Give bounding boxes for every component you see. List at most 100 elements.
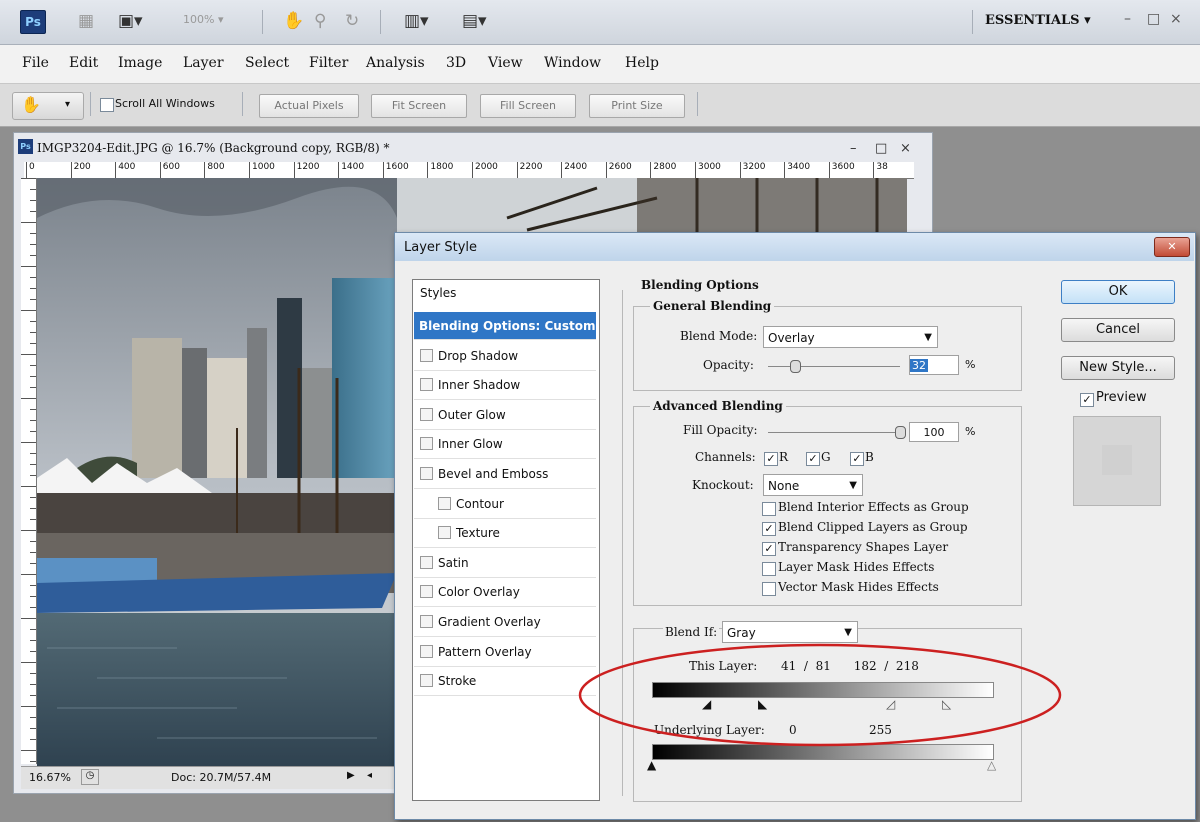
fill-opacity-slider-thumb[interactable] [895,426,906,439]
style-item-label: Inner Glow [438,437,503,451]
ruler-tick [427,162,429,178]
style-checkbox[interactable] [420,437,433,450]
opacity-input[interactable]: 32 [909,355,959,375]
menu-help[interactable]: Help [625,55,659,71]
doc-maximize-icon[interactable]: □ [875,141,887,156]
opacity-slider-track[interactable] [768,366,900,367]
advanced-option-checkbox[interactable] [762,582,776,596]
style-item-outer-glow[interactable]: Outer Glow [414,401,596,430]
channel-r-checkbox[interactable]: ✓ [764,452,778,466]
cancel-button[interactable]: Cancel [1061,318,1175,342]
channel-g-checkbox[interactable]: ✓ [806,452,820,466]
workspace-switcher[interactable]: ESSENTIALS ▾ [985,13,1091,28]
doc-close-icon[interactable]: × [900,141,911,156]
menu-analysis[interactable]: Analysis [366,55,425,71]
underlying-black-slider[interactable]: ▲ [647,758,656,772]
view-extras-icon[interactable]: ▣▾ [118,9,143,33]
minimize-icon[interactable]: – [1124,11,1131,27]
scroll-left-icon[interactable]: ◂ [367,770,372,781]
fit-screen-button[interactable]: Fit Screen [371,94,467,118]
advanced-option-checkbox[interactable] [762,502,776,516]
preview-checkbox[interactable]: ✓ [1080,393,1094,407]
styles-header[interactable]: Styles [420,286,456,300]
menu-filter[interactable]: Filter [309,55,348,71]
style-item-contour[interactable]: Contour [414,490,596,519]
style-item-pattern-overlay[interactable]: Pattern Overlay [414,638,596,667]
blend-mode-select[interactable]: Overlay ▼ [763,326,938,348]
dialog-title: Layer Style [404,240,478,255]
channels-label: Channels: [695,450,756,464]
menu-view[interactable]: View [488,55,523,71]
document-size: Doc: 20.7M/57.4M [171,771,272,784]
style-item-bevel-and-emboss[interactable]: Bevel and Emboss [414,460,596,489]
arrange-documents-icon[interactable]: ▥▾ [404,9,429,33]
hand-tool-icon[interactable]: ✋ [283,9,304,33]
actual-pixels-button[interactable]: Actual Pixels [259,94,359,118]
style-checkbox[interactable] [420,378,433,391]
channel-r-label: R [779,450,789,464]
scroll-all-windows-checkbox[interactable] [100,98,114,112]
canvas-image[interactable] [37,178,397,766]
menu-file[interactable]: File [22,55,49,71]
zoom-tool-icon[interactable]: ⚲ [314,9,326,33]
print-size-button[interactable]: Print Size [589,94,685,118]
style-item-color-overlay[interactable]: Color Overlay [414,578,596,607]
style-item-satin[interactable]: Satin [414,549,596,578]
style-checkbox[interactable] [420,467,433,480]
style-item-blending-options-custom[interactable]: Blending Options: Custom [414,312,596,340]
advanced-option-checkbox[interactable]: ✓ [762,522,776,536]
style-checkbox[interactable] [420,674,433,687]
menu-edit[interactable]: Edit [69,55,98,71]
advanced-option-checkbox[interactable] [762,562,776,576]
bridge-icon[interactable]: ▦ [78,9,94,33]
zoom-level-select[interactable]: 100% ▾ [183,13,247,29]
advanced-option-label: Vector Mask Hides Effects [778,580,939,594]
ok-button[interactable]: OK [1061,280,1175,304]
advanced-option-checkbox[interactable]: ✓ [762,542,776,556]
style-checkbox[interactable] [438,497,451,510]
style-checkbox[interactable] [420,645,433,658]
status-arrow-icon[interactable]: ▶ [347,770,355,781]
ruler-tick [605,162,607,178]
opacity-slider-thumb[interactable] [790,360,801,373]
knockout-select[interactable]: None ▼ [763,474,863,496]
dialog-close-button[interactable]: ✕ [1154,237,1190,257]
advanced-blending-title: Advanced Blending [650,399,786,413]
style-checkbox[interactable] [438,526,451,539]
style-item-inner-shadow[interactable]: Inner Shadow [414,371,596,400]
style-item-inner-glow[interactable]: Inner Glow [414,430,596,459]
status-menu-icon[interactable]: ◷ [81,769,99,785]
fill-opacity-input[interactable]: 100 [909,422,959,442]
style-item-stroke[interactable]: Stroke [414,667,596,696]
screen-mode-icon[interactable]: ▤▾ [462,9,487,33]
menu-3d[interactable]: 3D [446,55,466,71]
fill-opacity-slider-track[interactable] [768,432,900,433]
style-item-texture[interactable]: Texture [414,519,596,548]
menu-image[interactable]: Image [118,55,162,71]
style-checkbox[interactable] [420,615,433,628]
style-checkbox[interactable] [420,349,433,362]
menu-window[interactable]: Window [544,55,601,71]
style-checkbox[interactable] [420,585,433,598]
rotate-view-icon[interactable]: ↻ [345,9,359,33]
new-style-button[interactable]: New Style... [1061,356,1175,380]
maximize-icon[interactable]: □ [1147,11,1160,27]
style-checkbox[interactable] [420,408,433,421]
style-item-gradient-overlay[interactable]: Gradient Overlay [414,608,596,637]
channel-b-checkbox[interactable]: ✓ [850,452,864,466]
ruler-tick-label: 2400 [564,162,588,172]
zoom-percentage[interactable]: 16.67% [29,771,71,784]
style-item-label: Blending Options: Custom [419,319,596,333]
ruler-tick-label: 1200 [296,162,320,172]
menu-select[interactable]: Select [245,55,289,71]
style-checkbox[interactable] [420,556,433,569]
underlying-white-slider[interactable]: △ [987,758,996,772]
menu-layer[interactable]: Layer [183,55,224,71]
style-item-drop-shadow[interactable]: Drop Shadow [414,342,596,371]
tool-preset-picker[interactable]: ✋ ▾ [12,92,84,120]
fill-screen-button[interactable]: Fill Screen [480,94,576,118]
divider [697,92,698,116]
doc-minimize-icon[interactable]: – [850,141,857,156]
canvas-image-top-right[interactable] [397,178,907,238]
close-icon[interactable]: × [1170,11,1182,27]
